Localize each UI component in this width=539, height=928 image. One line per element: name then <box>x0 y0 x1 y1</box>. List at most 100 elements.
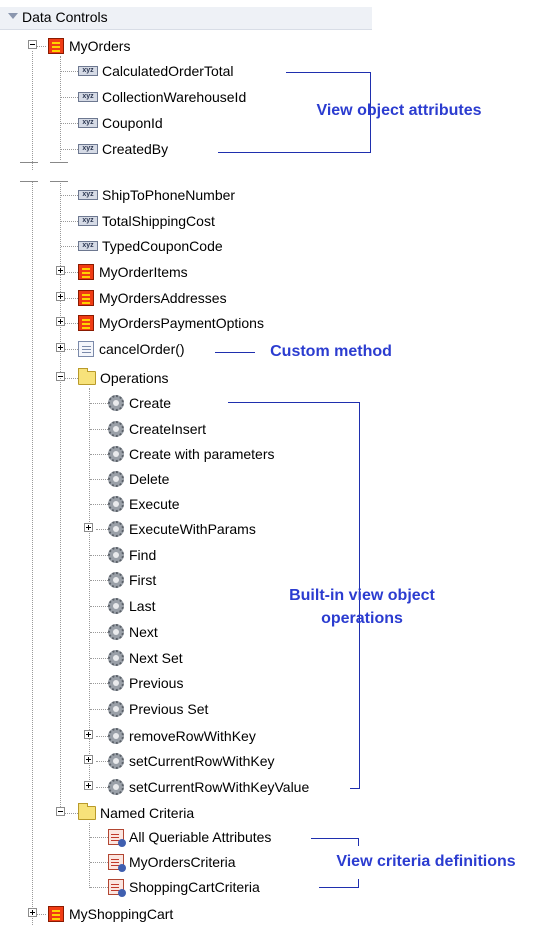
node-label: Next Set <box>129 650 183 666</box>
callout-line <box>311 838 359 839</box>
gear-icon <box>108 675 124 691</box>
attribute-node[interactable]: xyz ShipToPhoneNumber <box>0 184 372 206</box>
folder-operations[interactable]: Operations <box>0 367 372 389</box>
node-label: MyOrderItems <box>99 264 188 280</box>
view-criteria-node[interactable]: All Queriable Attributes <box>0 826 372 848</box>
operation-node[interactable]: Create with parameters <box>0 443 372 465</box>
node-label: TypedCouponCode <box>102 238 223 254</box>
tree-connector <box>60 378 61 813</box>
callout-view-object-attributes: View object attributes <box>316 102 482 119</box>
gear-icon <box>108 572 124 588</box>
gear-icon <box>108 471 124 487</box>
tree-node-myorders[interactable]: MyOrders <box>0 35 372 57</box>
view-criteria-icon <box>108 879 126 897</box>
gear-icon <box>108 779 124 795</box>
operation-node[interactable]: Next Set <box>0 647 372 669</box>
node-label: ExecuteWithParams <box>129 521 256 537</box>
truncation-mark <box>20 162 38 163</box>
node-label: MyOrdersAddresses <box>99 290 227 306</box>
child-view-object-node[interactable]: MyOrdersAddresses <box>0 287 372 309</box>
view-criteria-icon <box>108 829 126 847</box>
expand-icon[interactable] <box>28 908 37 917</box>
truncation-mark <box>50 162 68 163</box>
callout-line <box>319 887 359 888</box>
node-label: First <box>129 572 157 588</box>
callout-line <box>215 352 255 353</box>
operation-node[interactable]: Previous Set <box>0 698 372 720</box>
tree-node-myshoppingcart[interactable]: MyShoppingCart <box>0 903 372 925</box>
attribute-icon: xyz <box>78 144 98 154</box>
folder-named-criteria[interactable]: Named Criteria <box>0 802 372 824</box>
panel-title: Data Controls <box>22 9 108 25</box>
child-view-object-node[interactable]: MyOrdersPaymentOptions <box>0 312 372 334</box>
node-label: removeRowWithKey <box>129 728 256 744</box>
expand-icon[interactable] <box>84 523 93 532</box>
callout-view-criteria: View criteria definitions <box>336 853 516 870</box>
operation-node[interactable]: ExecuteWithParams <box>0 518 372 540</box>
collapse-icon[interactable] <box>56 807 65 816</box>
node-label: setCurrentRowWithKeyValue <box>129 779 310 795</box>
callout-line <box>358 838 359 846</box>
node-label: CreateInsert <box>129 421 207 437</box>
node-label: Execute <box>129 496 180 512</box>
attribute-icon: xyz <box>78 66 98 76</box>
operation-node[interactable]: setCurrentRowWithKey <box>0 750 372 772</box>
node-label: cancelOrder() <box>99 341 185 357</box>
node-label: Previous Set <box>129 701 209 717</box>
callout-builtin-operations: Built-in view object <box>289 587 435 604</box>
gear-icon <box>108 650 124 666</box>
node-label: CalculatedOrderTotal <box>102 63 234 79</box>
node-label: MyShoppingCart <box>69 906 174 922</box>
attribute-node[interactable]: xyz CreatedBy <box>0 138 372 160</box>
attribute-node[interactable]: xyz CalculatedOrderTotal <box>0 60 372 82</box>
view-criteria-node[interactable]: ShoppingCartCriteria <box>0 876 372 898</box>
operation-node[interactable]: setCurrentRowWithKeyValue <box>0 776 372 798</box>
callout-custom-method: Custom method <box>270 343 392 360</box>
expand-icon[interactable] <box>56 317 65 326</box>
collapse-icon[interactable] <box>28 40 37 49</box>
callout-line <box>350 788 360 789</box>
view-object-icon <box>48 906 64 922</box>
node-label: Named Criteria <box>100 805 195 821</box>
operation-node[interactable]: CreateInsert <box>0 418 372 440</box>
view-criteria-icon <box>108 854 126 872</box>
child-view-object-node[interactable]: MyOrderItems <box>0 261 372 283</box>
expand-icon[interactable] <box>84 781 93 790</box>
view-object-icon <box>78 290 94 306</box>
attribute-node[interactable]: xyz TotalShippingCost <box>0 210 372 232</box>
node-label: MyOrdersPaymentOptions <box>99 315 264 331</box>
node-label: MyOrders <box>69 38 131 54</box>
expand-icon[interactable] <box>56 343 65 352</box>
operation-node[interactable]: Find <box>0 544 372 566</box>
operation-node[interactable]: Delete <box>0 468 372 490</box>
expand-icon[interactable] <box>56 266 65 275</box>
gear-icon <box>108 728 124 744</box>
attribute-node[interactable]: xyz TypedCouponCode <box>0 235 372 257</box>
callout-line <box>358 879 359 888</box>
gear-icon <box>108 753 124 769</box>
gear-icon <box>108 624 124 640</box>
operation-node[interactable]: Previous <box>0 672 372 694</box>
operation-node[interactable]: Execute <box>0 493 372 515</box>
node-label: Next <box>129 624 158 640</box>
attribute-icon: xyz <box>78 216 98 226</box>
gear-icon <box>108 521 124 537</box>
truncation-mark <box>50 181 68 182</box>
expand-icon[interactable] <box>84 730 93 739</box>
node-label: Previous <box>129 675 184 691</box>
expand-icon[interactable] <box>84 755 93 764</box>
node-label: CollectionWarehouseId <box>102 89 247 105</box>
gear-icon <box>108 701 124 717</box>
operation-node[interactable]: Create <box>0 392 372 414</box>
view-object-icon <box>48 38 64 54</box>
view-object-icon <box>78 264 94 280</box>
collapse-triangle-icon[interactable] <box>8 13 18 19</box>
gear-icon <box>108 496 124 512</box>
operation-node[interactable]: removeRowWithKey <box>0 725 372 747</box>
expand-icon[interactable] <box>56 292 65 301</box>
node-label: TotalShippingCost <box>102 213 215 229</box>
gear-icon <box>108 598 124 614</box>
node-label: ShipToPhoneNumber <box>102 187 236 203</box>
truncation-mark <box>20 181 38 182</box>
data-controls-header[interactable]: Data Controls <box>0 7 372 30</box>
